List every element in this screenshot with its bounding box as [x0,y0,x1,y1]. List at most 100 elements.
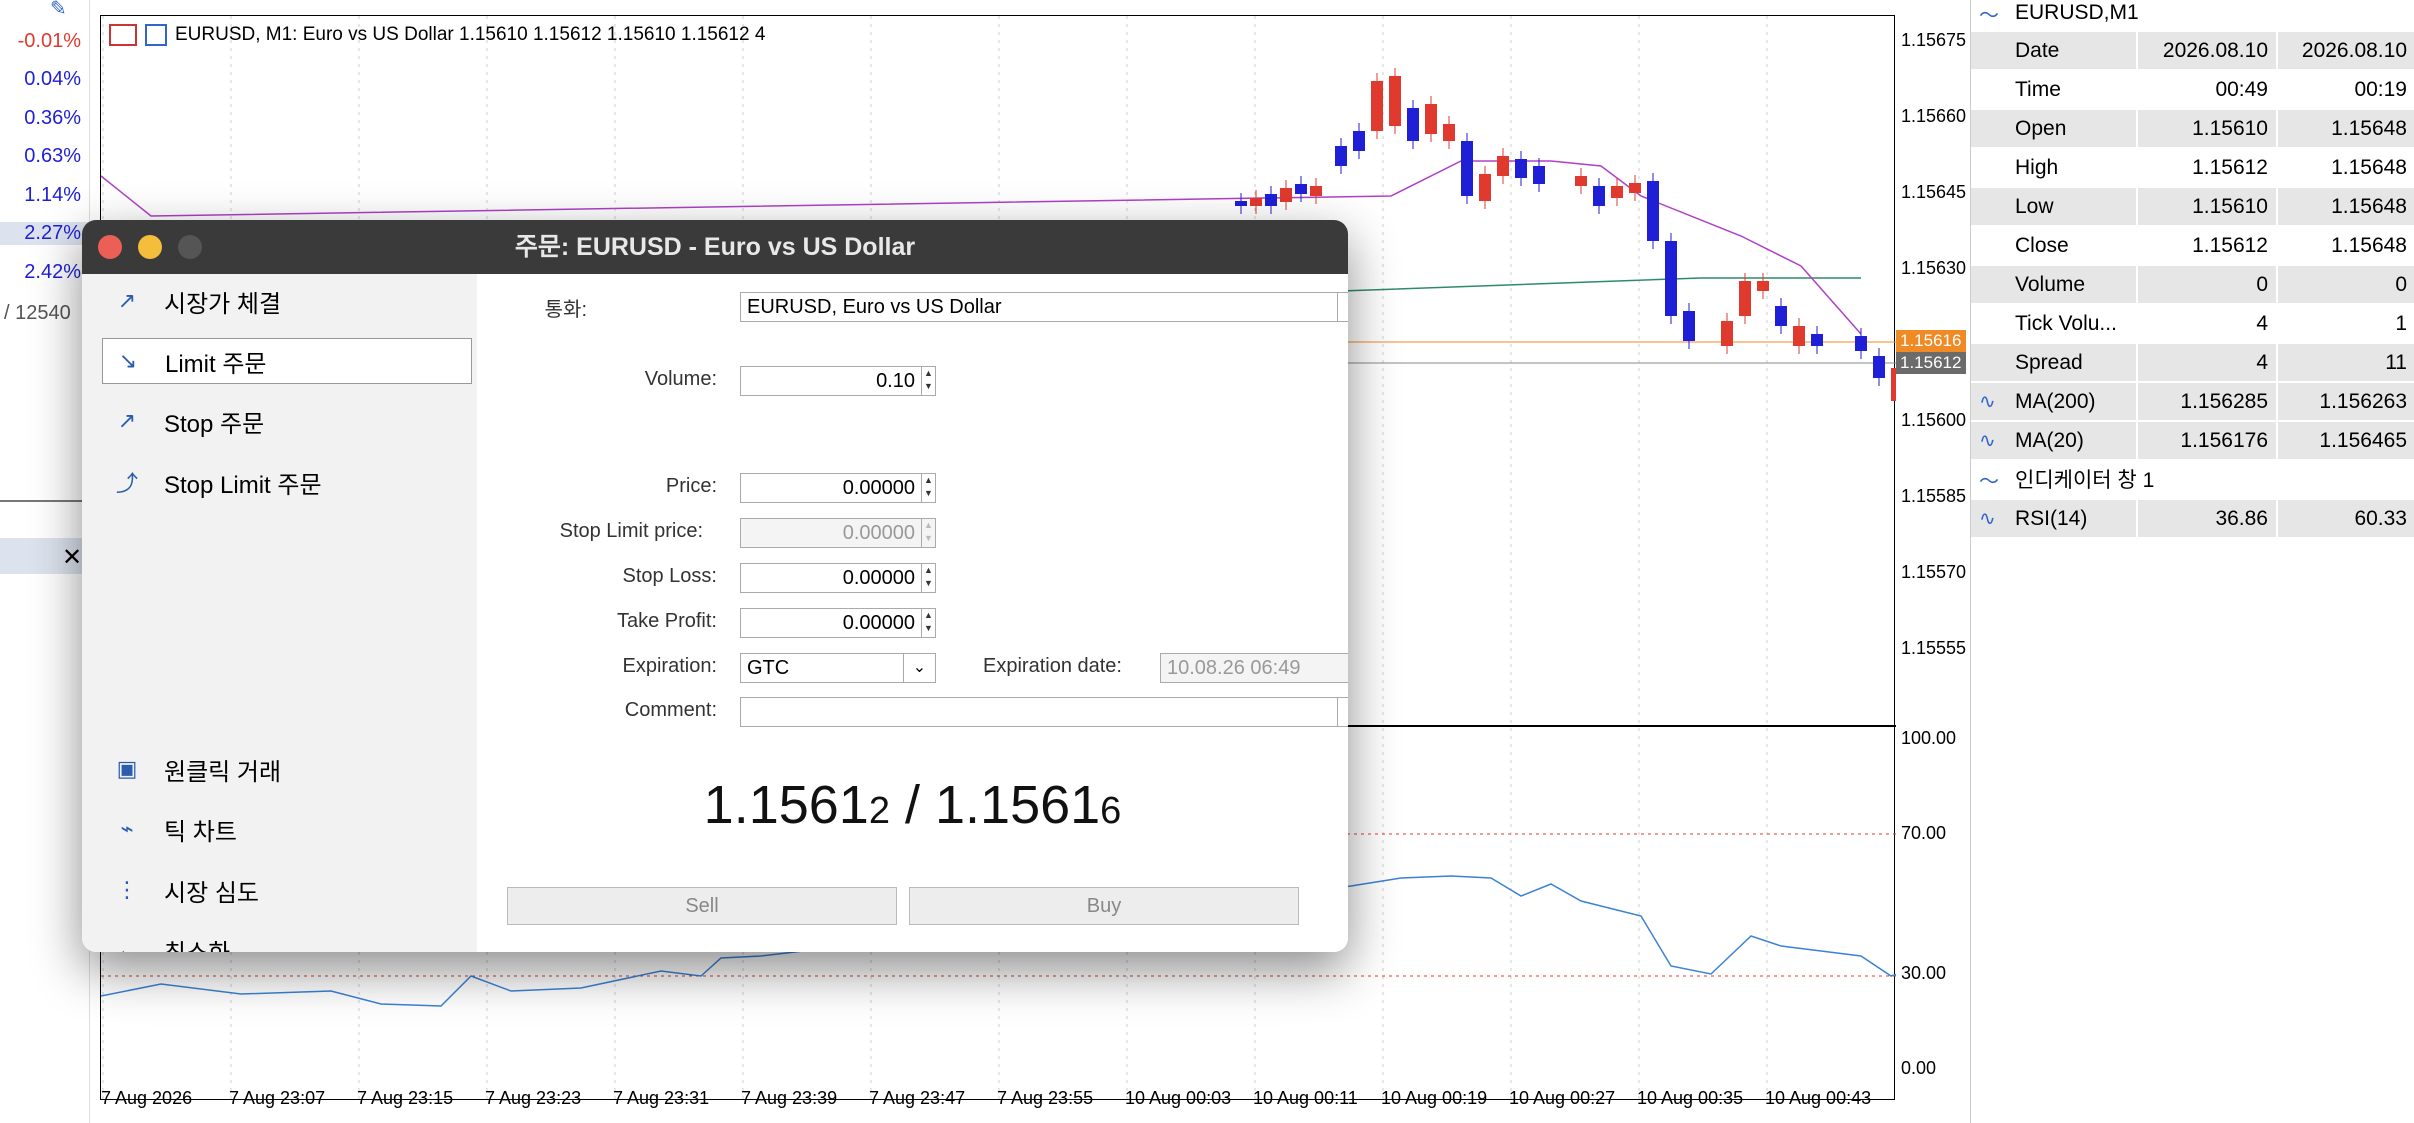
stop-icon: ↗ [117,408,137,433]
data-row: Close 1.15612 1.15648 [1971,227,2414,265]
stop-limit-stepper: ▲ ▼ [921,519,935,547]
data-row: Tick Volu... 4 1 [1971,305,2414,343]
chevron-down-icon[interactable]: ⌄ [1337,293,1348,321]
sidebar-item[interactable]: ⌁ 틱 차트 [102,806,472,852]
edit-icon[interactable]: ✎ [50,0,67,21]
expiration-select[interactable]: GTC ⌄ [740,653,936,683]
sidebar-item[interactable]: ▣ 원클릭 거래 [102,746,472,792]
candle-body [1683,311,1695,341]
data-value-2: 0 [2276,266,2414,303]
indicator-icon: ∿ [1979,391,1996,413]
time-axis-label: 10 Aug 00:43 [1765,1088,1872,1108]
candle-body [1443,124,1455,141]
take-profit-input[interactable]: 0.00000 ▲ ▼ [740,608,936,638]
data-value-1: 2026.08.10 [2136,32,2276,69]
time-axis-label: 7 Aug 23:31 [613,1088,710,1108]
panel-divider [0,500,90,502]
quote-separator: / [889,775,935,835]
data-label: High [2015,155,2059,179]
data-label: Time [2015,77,2061,101]
sidebar-item[interactable]: ↗ 시장가 체결 [102,278,472,324]
data-value-2: 1.156263 [2276,383,2414,420]
order-type-sidebar: ↗ 시장가 체결 ↘ Limit 주문 ↗ Stop 주문 ⤴ Stop Limit 주문 ▣… [82,274,477,952]
volume-input[interactable]: 0.10 ▲ ▼ [740,366,936,396]
data-row: Spread 4 11 [1971,344,2414,382]
order-dialog: 주문: EURUSD - Euro vs US Dollar ↗ 시장가 체결 ↘ L… [82,220,1348,952]
bid-quote-pip: 2 [868,790,890,832]
bid-price-tag: 1.15616 [1896,330,1966,352]
maximize-window-button[interactable] [178,235,202,259]
expiration-date-input: 10.08.26 06:49 ▲▼ [1160,653,1348,683]
comment-input[interactable]: ⌄ [740,697,1348,727]
data-label: Date [2015,38,2060,62]
candle-body [1629,183,1641,193]
candle-body [1793,326,1805,346]
data-value-1: 4 [2136,305,2276,342]
watch-change-value: 2.27% [0,222,89,245]
sidebar-item[interactable]: ← 최소화 [102,927,472,952]
data-value-2: 1.15648 [2276,110,2414,147]
close-window-button[interactable] [98,235,122,259]
price-stepper[interactable]: ▲ ▼ [921,474,935,502]
symbol-label: 통화: [544,299,587,321]
candle-body [1353,131,1365,151]
chevron-down-icon[interactable]: ⌄ [1337,698,1348,726]
stop-limit-icon: ⤴ [115,471,138,496]
data-label: Volume [2015,272,2086,296]
stop-limit-label: Stop Limit price: [559,520,703,542]
candle-body [1515,159,1527,178]
candle-body [1497,156,1509,176]
buy-button[interactable]: Buy [909,887,1299,925]
candle-body [1371,81,1383,131]
sidebar-item[interactable]: ⤴ Stop Limit 주문 [102,459,472,505]
expiration-date-label: Expiration date: [983,655,1122,677]
sidebar-item[interactable]: ↘ Limit 주문 [102,338,472,384]
sidebar-item[interactable]: ⋮ 시장 심도 [102,867,472,913]
data-row: Time 00:49 00:19 [1971,71,2414,109]
sidebar-item[interactable]: ↗ Stop 주문 [102,398,472,444]
symbol-select[interactable]: EURUSD, Euro vs US Dollar ⌄ [740,292,1348,322]
data-value-2: 1.15648 [2276,149,2414,186]
volume-stepper[interactable]: ▲ ▼ [921,367,935,395]
candle-body [1310,186,1322,196]
close-icon[interactable]: ✕ [62,543,82,572]
chevron-down-icon[interactable]: ⌄ [903,654,935,682]
watch-change-value: -0.01% [17,30,81,52]
price-value: 0.00000 [842,477,915,499]
data-label: Close [2015,233,2069,257]
indicator-icon: ∿ [1979,430,1996,452]
tick-chart-icon: ⌁ [120,816,134,841]
candle-body [1335,146,1347,166]
data-row: Date 2026.08.10 2026.08.10 [1971,32,2414,70]
price-quote: 1.15612 / 1.15616 [477,774,1348,836]
candle-body [1265,194,1277,206]
stop-loss-input[interactable]: 0.00000 ▲ ▼ [740,563,936,593]
list-icon[interactable] [109,24,137,46]
data-row: ∿ MA(20) 1.156176 1.156465 [1971,422,2414,460]
candle-body [1855,336,1867,351]
price-axis-label: 1.15585 [1901,486,1967,506]
price-axis-label: 1.15555 [1901,638,1967,658]
data-window-title-row: 〜 EURUSD,M1 [1971,0,2414,27]
candle-body [1295,184,1307,194]
price-axis-label: 1.15570 [1901,562,1967,582]
data-label: Spread [2015,350,2083,374]
data-value-1: 1.15610 [2136,188,2276,225]
symbol-icon[interactable] [145,24,167,46]
candle-body [1593,186,1605,206]
take-profit-stepper[interactable]: ▲ ▼ [921,609,935,637]
watch-change-value: 2.42% [24,261,81,283]
data-value-1: 0 [2136,266,2276,303]
candle-body [1250,198,1262,206]
sell-button[interactable]: Sell [507,887,897,925]
time-axis-label: 7 Aug 2026 [101,1088,193,1108]
stop-loss-stepper[interactable]: ▲ ▼ [921,564,935,592]
minimize-window-button[interactable] [138,235,162,259]
arrow-left-icon: ← [116,937,138,952]
data-value-2: 1 [2276,305,2414,342]
price-input[interactable]: 0.00000 ▲ ▼ [740,473,936,503]
candle-body [1389,76,1401,126]
time-axis-label: 10 Aug 00:27 [1509,1088,1616,1108]
expiration-date-value: 10.08.26 06:49 [1167,657,1301,679]
data-label: Tick Volu... [2015,311,2117,335]
